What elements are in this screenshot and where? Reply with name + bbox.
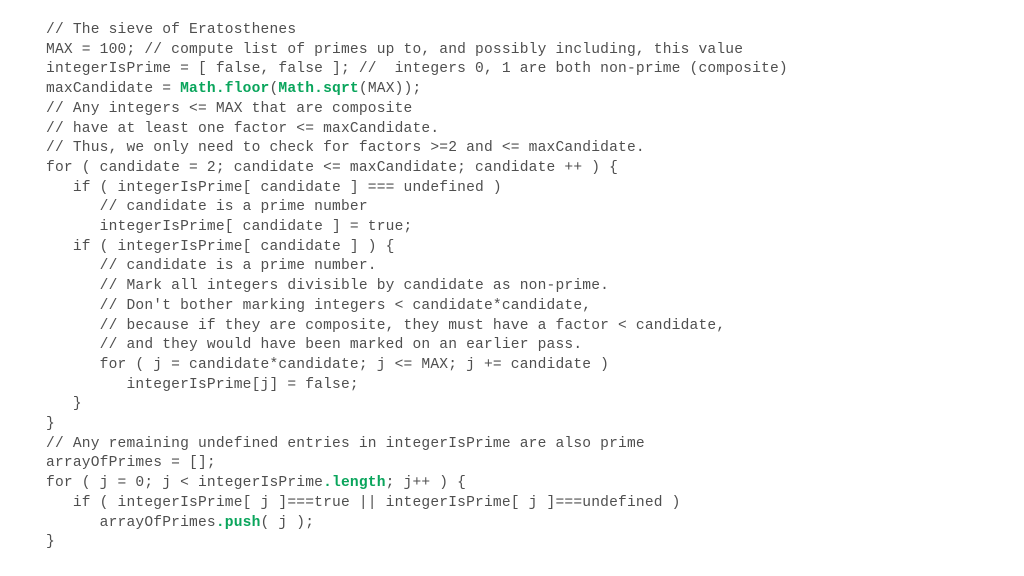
code-token-plain: ( j );	[260, 514, 315, 531]
code-line: for ( j = 0; j < integerIsPrime.length; …	[46, 474, 1006, 494]
code-line: integerIsPrime[ candidate ] = true;	[46, 218, 1006, 238]
code-line: // Any remaining undefined entries in in…	[46, 435, 1006, 455]
code-token-plain: // candidate is a prime number.	[46, 258, 377, 275]
code-token-plain: }	[46, 416, 55, 433]
code-token-plain: // Don't bother marking integers < candi…	[46, 297, 592, 314]
code-token-plain: if ( integerIsPrime[ candidate ] ) {	[46, 238, 395, 255]
code-token-plain: // Any integers <= MAX that are composit…	[46, 100, 413, 117]
code-token-keyword: Math.sqrt	[278, 81, 359, 98]
code-line: }	[46, 533, 1006, 553]
code-token-plain: // Any remaining undefined entries in in…	[46, 435, 645, 452]
code-line: // The sieve of Eratosthenes	[46, 21, 1006, 41]
code-token-plain: // Mark all integers divisible by candid…	[46, 278, 610, 295]
code-listing: // The sieve of Eratosthenes MAX = 100; /…	[46, 21, 1006, 553]
code-token-plain: integerIsPrime = [ false, false ]; // in…	[46, 61, 788, 78]
code-line: // candidate is a prime number	[46, 198, 1006, 218]
code-line: // candidate is a prime number.	[46, 257, 1006, 277]
code-line: // Don't bother marking integers < candi…	[46, 297, 1006, 317]
code-line: if ( integerIsPrime[ j ]===true || integ…	[46, 494, 1006, 514]
code-token-plain: // and they would have been marked on an…	[46, 337, 583, 354]
code-line: integerIsPrime = [ false, false ]; // in…	[46, 60, 1006, 80]
code-token-plain: (MAX));	[358, 81, 422, 98]
code-token-plain: maxCandidate =	[46, 81, 181, 98]
code-token-plain: arrayOfPrimes	[46, 514, 216, 531]
code-token-plain: // candidate is a prime number	[46, 199, 368, 216]
code-line: for ( j = candidate*candidate; j <= MAX;…	[46, 356, 1006, 376]
code-line: }	[46, 395, 1006, 415]
code-token-keyword: .length	[323, 475, 386, 492]
code-token-plain: // because if they are composite, they m…	[46, 317, 726, 334]
code-token-plain: if ( integerIsPrime[ candidate ] === und…	[46, 179, 502, 196]
code-line: if ( integerIsPrime[ candidate ] === und…	[46, 179, 1006, 199]
code-line: // Any integers <= MAX that are composit…	[46, 100, 1006, 120]
code-line: // because if they are composite, they m…	[46, 317, 1006, 337]
code-token-plain: integerIsPrime[j] = false;	[46, 376, 359, 393]
code-token-keyword: Math.floor	[180, 81, 270, 98]
code-token-plain: // Thus, we only need to check for facto…	[46, 140, 645, 157]
code-token-plain: for ( j = 0; j < integerIsPrime	[46, 475, 324, 492]
code-token-plain: if ( integerIsPrime[ j ]===true || integ…	[46, 494, 681, 511]
code-token-plain: for ( candidate = 2; candidate <= maxCan…	[46, 159, 619, 176]
code-line: MAX = 100; // compute list of primes up …	[46, 41, 1006, 61]
code-token-plain: // The sieve of Eratosthenes	[46, 22, 297, 38]
code-token-plain: MAX = 100; // compute list of primes up …	[46, 41, 744, 58]
code-line: // Mark all integers divisible by candid…	[46, 277, 1006, 297]
code-token-plain: }	[46, 534, 55, 551]
code-line: // and they would have been marked on an…	[46, 336, 1006, 356]
code-line: for ( candidate = 2; candidate <= maxCan…	[46, 159, 1006, 179]
code-token-keyword: .push	[215, 514, 261, 531]
code-token-plain: integerIsPrime[ candidate ] = true;	[46, 219, 413, 236]
code-line: integerIsPrime[j] = false;	[46, 376, 1006, 396]
code-line: // Thus, we only need to check for facto…	[46, 139, 1006, 159]
code-token-plain: arrayOfPrimes = [];	[46, 455, 216, 472]
code-line: maxCandidate = Math.floor(Math.sqrt(MAX)…	[46, 80, 1006, 100]
code-token-plain: }	[46, 396, 82, 413]
code-token-plain: for ( j = candidate*candidate; j <= MAX;…	[46, 356, 610, 373]
code-line: arrayOfPrimes = [];	[46, 454, 1006, 474]
code-token-plain: ; j++ ) {	[385, 475, 467, 492]
code-line: arrayOfPrimes.push( j );	[46, 514, 1006, 534]
code-line: }	[46, 415, 1006, 435]
code-token-plain: // have at least one factor <= maxCandid…	[46, 120, 440, 137]
code-line: if ( integerIsPrime[ candidate ] ) {	[46, 238, 1006, 258]
code-line: // have at least one factor <= maxCandid…	[46, 120, 1006, 140]
